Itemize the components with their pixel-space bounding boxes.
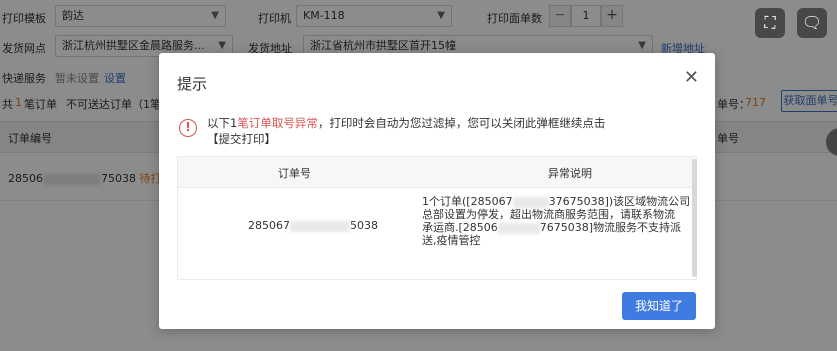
notice-dialog: 提示 ✕ ! 以下1笔订单取号异常，打印时会自动为您过滤掉，您可以关闭此弹框继续…: [159, 53, 715, 329]
message-prefix: 以下1: [207, 116, 238, 130]
exception-order-start: 285067: [248, 219, 290, 232]
exception-table-header: 订单号 异常说明: [178, 157, 696, 188]
exception-reason: 1个订单([285067 37675038])该区域物流公司 总部设置为停发，超出…: [422, 195, 692, 247]
dialog-title: 提示: [177, 75, 208, 93]
redacted-region: [497, 222, 540, 234]
close-icon[interactable]: ✕: [684, 67, 699, 88]
warning-icon: !: [179, 119, 197, 137]
fullscreen-icon[interactable]: ⛶: [755, 8, 785, 38]
message-rest: ，打印时会自动为您过滤掉，您可以关闭此弹框继续点击: [317, 116, 606, 130]
acknowledge-button[interactable]: 我知道了: [622, 292, 696, 320]
reason-line: 承运商.[28506: [422, 221, 498, 234]
col-order-no: 订单号: [278, 167, 311, 180]
message-highlight: 笔订单取号异常: [237, 116, 318, 130]
dialog-message: 以下1笔订单取号异常，打印时会自动为您过滤掉，您可以关闭此弹框继续点击 【提交打…: [207, 115, 677, 147]
reason-line: 送,疫情管控: [422, 234, 481, 247]
exception-table: 订单号 异常说明 285067 5038 1个订单([285067 37675038…: [177, 156, 697, 280]
reason-line: 7675038]物流服务不支持派: [539, 221, 682, 234]
reason-line: 37675038])该区域物流公司: [548, 195, 691, 208]
reason-line: 1个订单([285067: [422, 195, 513, 208]
table-scrollbar[interactable]: [692, 159, 697, 277]
exception-order-end: 5038: [350, 219, 378, 232]
redacted-region: [512, 196, 549, 208]
col-reason: 异常说明: [548, 167, 592, 180]
message-action: 【提交打印】: [207, 132, 276, 146]
reason-line: 总部设置为停发，超出物流商服务范围，请联系物流: [422, 208, 675, 221]
redacted-region: [290, 220, 350, 232]
exception-order-id: 285067 5038: [248, 219, 378, 232]
chat-icon[interactable]: 🗨: [797, 8, 827, 38]
